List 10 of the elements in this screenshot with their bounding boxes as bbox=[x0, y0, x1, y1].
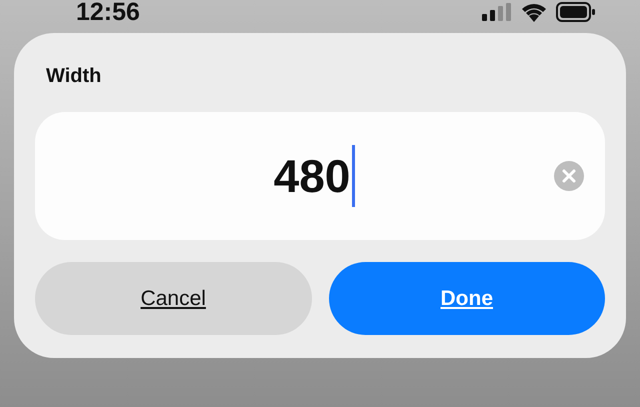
wifi-icon bbox=[520, 2, 548, 22]
dialog-title: Width bbox=[46, 65, 102, 88]
clear-icon[interactable] bbox=[554, 161, 584, 191]
battery-icon bbox=[556, 2, 596, 22]
field-value: 480 bbox=[274, 149, 350, 203]
cancel-button[interactable]: Cancel bbox=[35, 262, 312, 335]
input-field[interactable]: 480 bbox=[35, 112, 605, 240]
status-time: 12:56 bbox=[76, 0, 140, 26]
done-button[interactable]: Done bbox=[328, 262, 605, 335]
signal-icon bbox=[482, 3, 512, 21]
